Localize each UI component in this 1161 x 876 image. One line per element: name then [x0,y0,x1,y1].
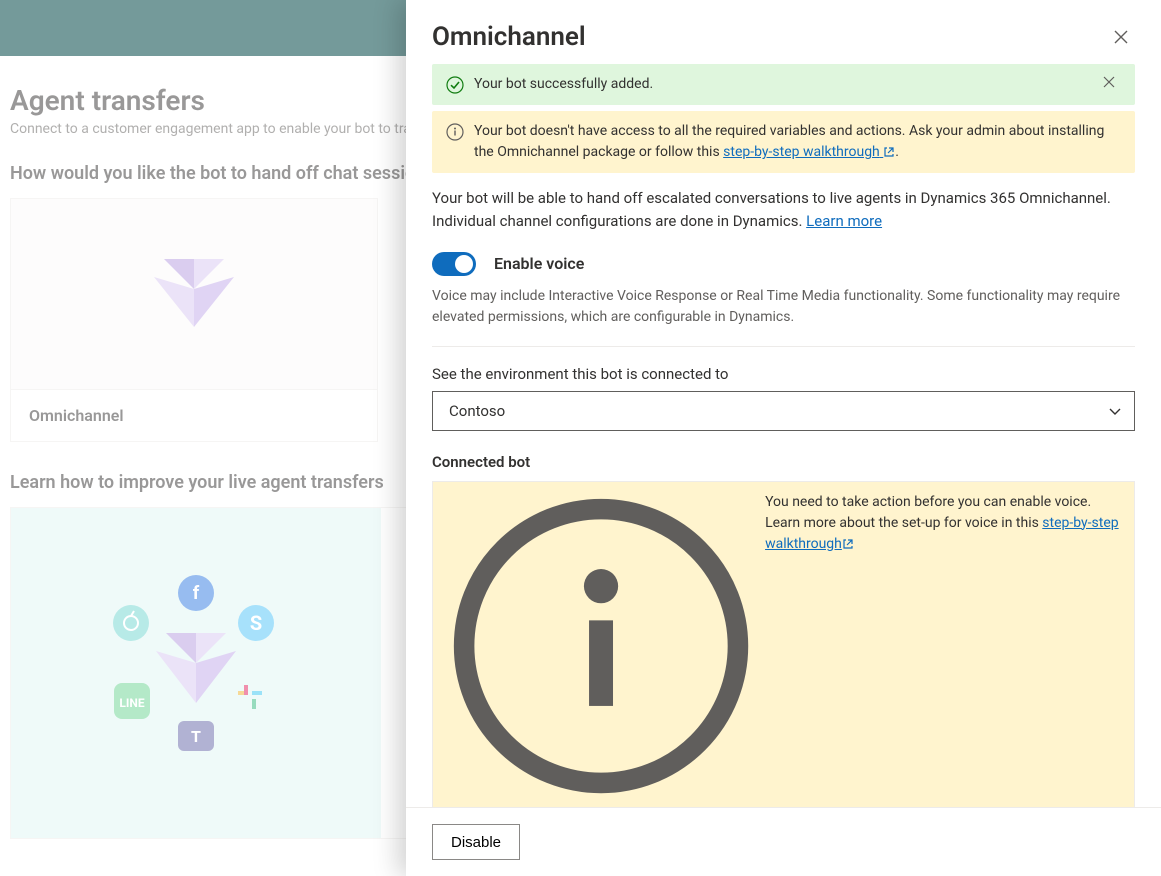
intro-text: Your bot will be able to hand off escala… [432,187,1135,234]
enable-voice-row: Enable voice [432,252,1135,276]
success-message: Your bot successfully added. [432,64,1135,105]
chevron-down-icon [1108,404,1122,418]
close-icon [1114,30,1128,44]
connected-bot-card: You need to take action before you can e… [432,481,1135,808]
warning-period: . [895,144,899,160]
external-link-icon [842,538,854,550]
learn-illustration: f S LINE T [11,508,381,838]
success-text: Your bot successfully added. [474,74,1093,95]
warning-text: Your bot doesn't have access to all the … [474,121,1121,163]
connected-warning-text: You need to take action before you can e… [765,492,1120,800]
enable-voice-label: Enable voice [494,254,584,273]
page: Agent transfers Connect to a customer en… [0,0,1161,876]
svg-text:S: S [250,611,262,635]
environment-label: See the environment this bot is connecte… [432,365,1135,383]
enable-voice-help: Voice may include Interactive Voice Resp… [432,286,1135,328]
info-icon [446,123,464,141]
separator [432,346,1135,347]
walkthrough-link[interactable]: step-by-step walkthrough [723,144,895,160]
panel-footer: Disable [406,807,1161,876]
disable-button[interactable]: Disable [432,824,520,860]
close-icon [1103,76,1115,88]
dismiss-success-button[interactable] [1103,76,1121,94]
svg-text:T: T [191,727,201,746]
checkmark-circle-icon [446,76,464,94]
card-image [11,199,377,389]
panel-header: Omnichannel [406,0,1161,64]
info-icon [447,492,755,800]
environment-value: Contoso [449,402,505,420]
connected-warning: You need to take action before you can e… [433,482,1134,808]
svg-text:LINE: LINE [119,696,144,710]
close-button[interactable] [1107,23,1135,51]
card-label: Omnichannel [11,389,377,441]
omnichannel-panel: Omnichannel Your bot successfully added.… [406,0,1161,876]
svg-text:f: f [193,583,200,604]
card-omnichannel[interactable]: Omnichannel [10,198,378,442]
enable-voice-toggle[interactable] [432,252,476,276]
connected-bot-heading: Connected bot [432,453,1135,471]
environment-select[interactable]: Contoso [432,391,1135,431]
learn-more-link[interactable]: Learn more [806,212,882,230]
dynamics-heart-icon [154,259,234,329]
learn-card[interactable]: f S LINE T [10,507,410,839]
external-link-icon [883,146,895,158]
warning-message: Your bot doesn't have access to all the … [432,111,1135,173]
panel-body: Your bot successfully added. Your bot do… [406,64,1161,807]
panel-title: Omnichannel [432,22,586,52]
